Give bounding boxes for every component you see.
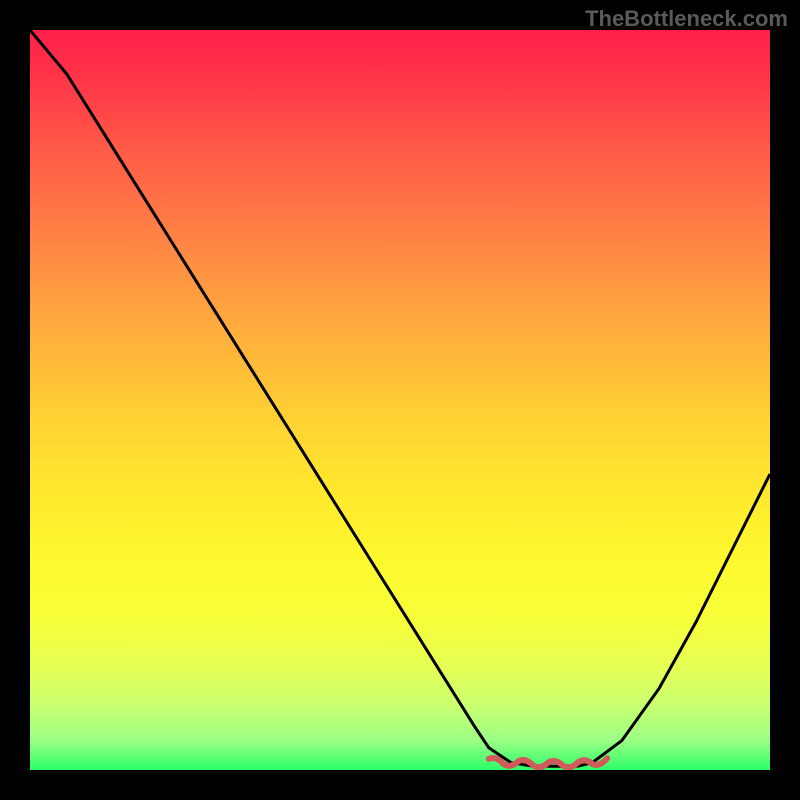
- watermark-text: TheBottleneck.com: [585, 6, 788, 32]
- chart-svg: [30, 30, 770, 770]
- chart-main-curve: [30, 30, 770, 766]
- chart-plot-area: [30, 30, 770, 770]
